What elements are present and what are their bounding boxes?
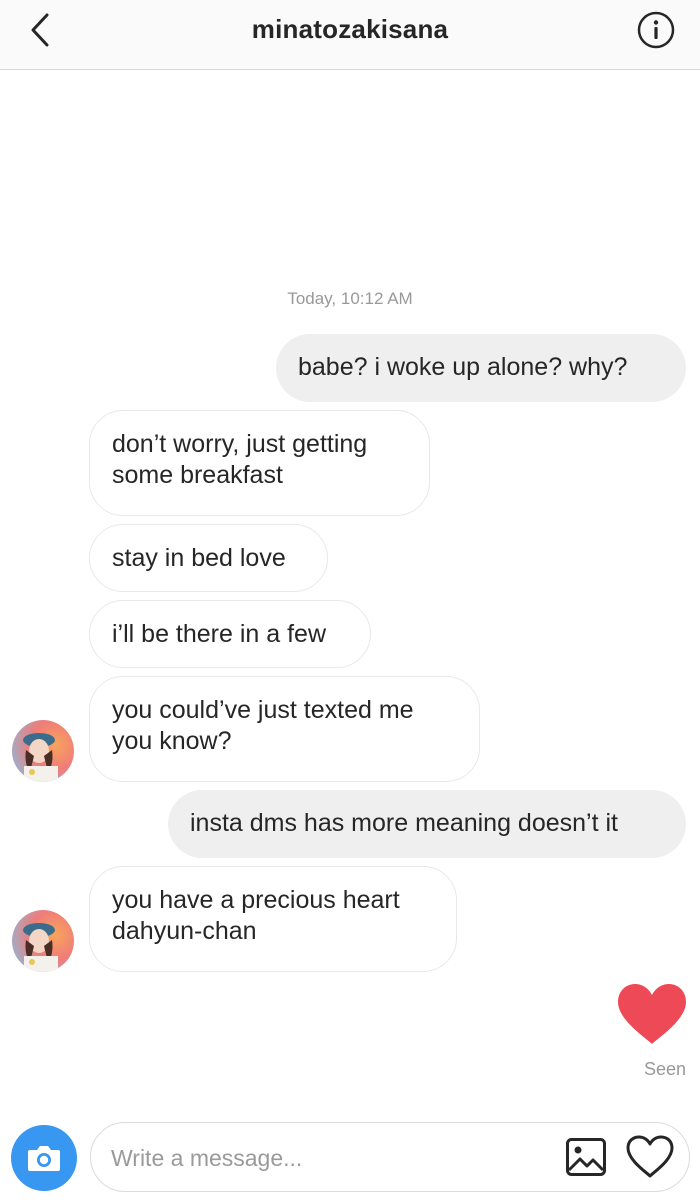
message-timestamp: Today, 10:12 AM xyxy=(287,289,413,308)
profile-photo-icon xyxy=(12,910,74,972)
liked-heart-reaction[interactable] xyxy=(616,982,688,1046)
incoming-message-bubble[interactable]: i’ll be there in a few xyxy=(89,600,371,668)
avatar[interactable] xyxy=(12,720,74,782)
info-icon xyxy=(637,11,675,49)
profile-photo-icon xyxy=(12,720,74,782)
seen-indicator: Seen xyxy=(643,1059,686,1079)
incoming-message-bubble[interactable]: you have a precious heart dahyun-chan xyxy=(89,866,457,972)
chat-header: minatozakisana xyxy=(0,0,700,70)
message-text: don’t worry, just getting xyxy=(112,430,368,458)
avatar[interactable] xyxy=(12,910,74,972)
message-input[interactable] xyxy=(109,1135,553,1181)
incoming-message-bubble[interactable]: don’t worry, just getting some breakfast xyxy=(89,410,430,516)
message-text: you know? xyxy=(112,727,232,755)
conversation-title[interactable]: minatozakisana xyxy=(0,14,700,45)
gallery-button[interactable] xyxy=(565,1137,607,1177)
incoming-message-bubble[interactable]: you could’ve just texted me you know? xyxy=(89,676,480,782)
message-text: some breakfast xyxy=(112,461,283,489)
message-text: dahyun-chan xyxy=(112,917,257,945)
info-button[interactable] xyxy=(636,10,676,50)
outgoing-message-bubble[interactable]: babe? i woke up alone? why? xyxy=(276,334,686,402)
message-text: i’ll be there in a few xyxy=(112,620,327,648)
camera-icon xyxy=(28,1146,60,1171)
heart-filled-icon xyxy=(618,984,686,1044)
message-text: you could’ve just texted me xyxy=(112,696,414,724)
camera-button[interactable] xyxy=(11,1125,77,1191)
like-button[interactable] xyxy=(625,1135,675,1179)
message-text: insta dms has more meaning doesn’t it xyxy=(190,809,618,837)
message-text: babe? i woke up alone? why? xyxy=(298,353,628,381)
message-composer xyxy=(90,1122,690,1192)
heart-outline-icon xyxy=(626,1135,674,1178)
outgoing-message-bubble[interactable]: insta dms has more meaning doesn’t it xyxy=(168,790,686,858)
image-icon xyxy=(566,1138,606,1176)
message-text: you have a precious heart xyxy=(112,886,400,914)
message-text: stay in bed love xyxy=(112,544,286,572)
incoming-message-bubble[interactable]: stay in bed love xyxy=(89,524,328,592)
